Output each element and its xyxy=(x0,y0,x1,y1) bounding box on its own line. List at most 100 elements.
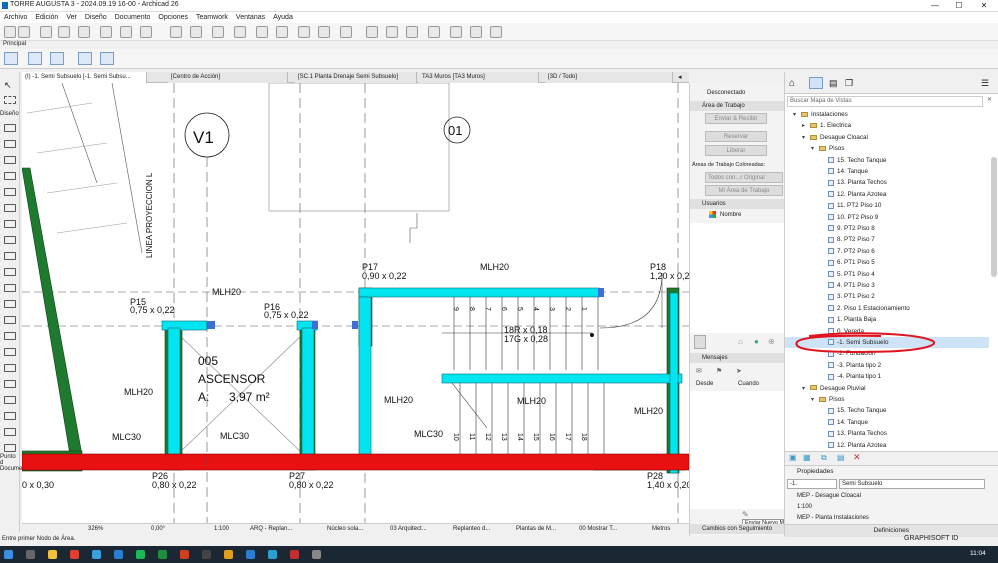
tree-view-item[interactable]: 15. Techo Tanque xyxy=(785,155,989,166)
properties-header[interactable]: Propiedades xyxy=(797,468,834,475)
app-icon[interactable] xyxy=(246,550,255,559)
tree-view-item[interactable]: 2. Piso 1 Estacionamiento xyxy=(785,303,989,314)
clone-icon[interactable]: ⧉ xyxy=(821,453,827,463)
definitions-button[interactable]: Definiciones xyxy=(785,524,998,537)
menu-diseno[interactable]: Diseño xyxy=(81,12,111,23)
project-map-icon[interactable]: ⌂ xyxy=(789,78,795,89)
wall-tool-icon[interactable] xyxy=(4,124,16,132)
zoom-value[interactable]: 326% xyxy=(88,526,103,532)
menu-opciones[interactable]: Opciones xyxy=(154,12,192,23)
marquee-icon[interactable] xyxy=(4,96,16,104)
messages-header[interactable]: Mensajes xyxy=(690,353,785,363)
pen-set[interactable]: 03 Arquitect... xyxy=(390,526,427,532)
sent-icon[interactable]: ➤ xyxy=(736,367,742,375)
layer-icon[interactable] xyxy=(190,26,202,38)
window-tool-icon[interactable] xyxy=(4,284,16,292)
group-icon[interactable] xyxy=(256,26,268,38)
tree-view-item[interactable]: 13. Planta Techos xyxy=(785,428,989,439)
tree-folder[interactable]: ▾ Pisos xyxy=(785,143,989,154)
teamwork-icon[interactable] xyxy=(318,26,330,38)
model-view-options[interactable]: Núcleo sola... xyxy=(327,526,363,532)
archicad-taskbar-icon[interactable] xyxy=(268,550,277,559)
align-icon[interactable] xyxy=(428,26,440,38)
bulletin-icon[interactable]: ⌂ xyxy=(738,337,743,346)
tab-ta3-muros[interactable]: TA3 Muros [TA3 Muros] xyxy=(419,72,539,83)
fill-icon[interactable] xyxy=(140,26,152,38)
navigator-menu-icon[interactable]: ☰ xyxy=(981,78,989,89)
tab-centro-accion[interactable]: [Centro de Acción] xyxy=(168,72,288,83)
label-tool-icon[interactable] xyxy=(4,428,16,436)
expand-toggle-icon[interactable]: ▸ xyxy=(802,121,810,132)
tree-view-item[interactable]: 12. Planta Azotea xyxy=(785,440,989,451)
text-tool-icon[interactable] xyxy=(4,412,16,420)
send-receive-button[interactable]: Enviar & Recibir xyxy=(705,113,767,124)
properties-layer-combo[interactable]: MEP - Desague Cloacal xyxy=(797,493,861,499)
request-icon[interactable]: ⚑ xyxy=(716,367,722,375)
inbox-icon[interactable]: ✉ xyxy=(696,367,702,375)
menu-edicion[interactable]: Edición xyxy=(31,12,62,23)
zone-tool-icon[interactable] xyxy=(4,348,16,356)
graphic-override[interactable]: Replanteo d... xyxy=(453,526,490,532)
suspend-group-icon[interactable] xyxy=(276,26,288,38)
selection-single-icon[interactable] xyxy=(100,52,114,65)
messages-when-column[interactable]: Cuando xyxy=(738,381,759,387)
tree-scrollbar[interactable] xyxy=(991,157,997,277)
tree-view-item[interactable]: 11. PT2 Piso 10 xyxy=(785,200,989,211)
lamp-tool-icon[interactable] xyxy=(4,396,16,404)
properties-scale[interactable]: 1:100 xyxy=(797,504,812,510)
slab-tool-icon[interactable] xyxy=(4,172,16,180)
chrome-icon[interactable] xyxy=(224,550,233,559)
selection-mode-icon[interactable] xyxy=(78,52,92,65)
snap-icon[interactable] xyxy=(78,26,90,38)
expand-toggle-icon[interactable]: ▾ xyxy=(802,384,810,395)
ruler-icon[interactable] xyxy=(58,26,70,38)
graphisoft-id[interactable]: GRAPHISOFT ID xyxy=(904,535,958,542)
minimize-button[interactable]: — xyxy=(924,0,946,12)
users-header[interactable]: Usuarios xyxy=(690,199,785,209)
start-icon[interactable] xyxy=(4,550,13,559)
user-profile-icon[interactable] xyxy=(694,335,706,349)
mesh-tool-icon[interactable] xyxy=(4,364,16,372)
tree-view-item[interactable]: 9. PT2 Piso 8 xyxy=(785,223,989,234)
tree-view-item[interactable]: 13. Planta Techos xyxy=(785,177,989,188)
arrow-icon[interactable]: ↖ xyxy=(4,80,16,90)
release-button[interactable]: Liberar xyxy=(705,145,767,156)
app-icon[interactable] xyxy=(290,550,299,559)
tab-list-icon[interactable]: ◂ xyxy=(678,73,682,81)
dimension-icon[interactable] xyxy=(366,26,378,38)
app-icon[interactable] xyxy=(202,550,211,559)
marquee-options-icon[interactable] xyxy=(50,52,64,65)
app-icon[interactable] xyxy=(180,550,189,559)
morph-tool-icon[interactable] xyxy=(4,380,16,388)
object-tool-icon[interactable] xyxy=(4,332,16,340)
layout-book-icon[interactable]: ▤ xyxy=(829,78,838,89)
users-name-column[interactable]: Nombre xyxy=(720,212,741,218)
colored-workspaces-select[interactable]: Todos con...r Original xyxy=(705,172,783,183)
floor-plan-drawing[interactable]: V1 01 LINEA PROYECCION L P15 0,75 x 0,22… xyxy=(22,83,689,523)
expand-toggle-icon[interactable]: ▾ xyxy=(811,395,819,406)
scale-value[interactable]: 1:100 xyxy=(214,526,229,532)
workspace-header[interactable]: Área de Trabajo xyxy=(690,101,785,111)
maximize-button[interactable]: ☐ xyxy=(948,0,970,12)
marquee-tool-icon[interactable] xyxy=(28,52,42,65)
menu-archivo[interactable]: Archivo xyxy=(0,12,31,23)
new-view-icon[interactable]: ▣ xyxy=(789,453,797,462)
tree-view-item[interactable]: 8. PT2 Piso 7 xyxy=(785,234,989,245)
undo-icon[interactable] xyxy=(4,26,16,38)
reserve-button[interactable]: Reservar xyxy=(705,131,767,142)
expand-toggle-icon[interactable]: ▾ xyxy=(802,133,810,144)
tree-view-item[interactable]: -3. Planta tipo 2 xyxy=(785,360,989,371)
explode-icon[interactable] xyxy=(386,26,398,38)
menu-documento[interactable]: Documento xyxy=(111,12,155,23)
task-view-icon[interactable] xyxy=(26,550,35,559)
tree-view-item[interactable]: 14. Tanque xyxy=(785,417,989,428)
tree-view-item[interactable]: -4. Planta tipo 1 xyxy=(785,371,989,382)
expand-toggle-icon[interactable]: ▾ xyxy=(811,144,819,155)
tree-folder[interactable]: ▾ Desague Cloacal xyxy=(785,132,989,143)
properties-model-view[interactable]: MEP - Planta Instalaciones xyxy=(797,515,869,521)
layer-combination[interactable]: ARQ - Replan... xyxy=(250,526,292,532)
tree-view-item[interactable]: 12. Planta Azotea xyxy=(785,189,989,200)
publisher-icon[interactable]: ❐ xyxy=(845,78,853,89)
pencil-icon[interactable] xyxy=(40,26,52,38)
nav-grid-icon[interactable] xyxy=(490,26,502,38)
